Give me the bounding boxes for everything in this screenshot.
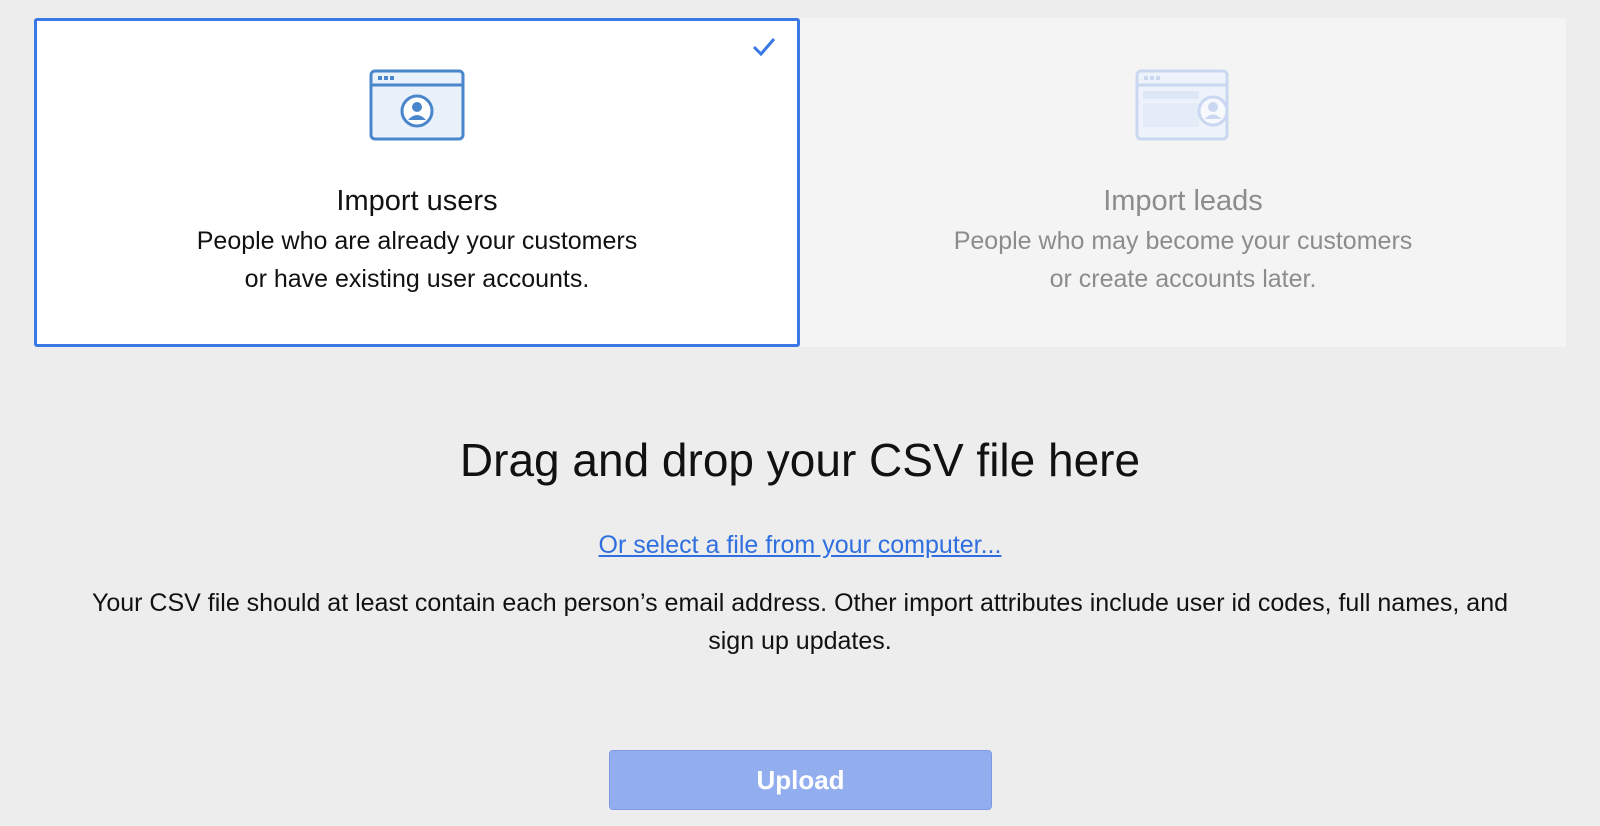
select-file-link[interactable]: Or select a file from your computer... [599, 531, 1002, 559]
card-description: People who may become your customers or … [953, 227, 1413, 293]
dropzone-title: Drag and drop your CSV file here [459, 434, 1141, 486]
upload-button[interactable]: Upload [609, 750, 992, 810]
browser-user-icon [369, 69, 465, 141]
card-title: Import leads [1103, 185, 1263, 217]
browser-lead-icon [1135, 69, 1229, 141]
check-icon [752, 38, 776, 57]
import-users-card[interactable]: Import users People who are already your… [34, 18, 800, 347]
import-type-selector: Import users People who are already your… [34, 18, 1566, 347]
select-file-link-wrapper: Or select a file from your computer... [0, 529, 1600, 561]
csv-hint-text: Your CSV file should at least contain ea… [91, 589, 1509, 655]
import-leads-card[interactable]: Import leads People who may become your … [800, 18, 1566, 347]
card-title: Import users [336, 185, 498, 217]
card-description: People who are already your customers or… [196, 227, 638, 293]
